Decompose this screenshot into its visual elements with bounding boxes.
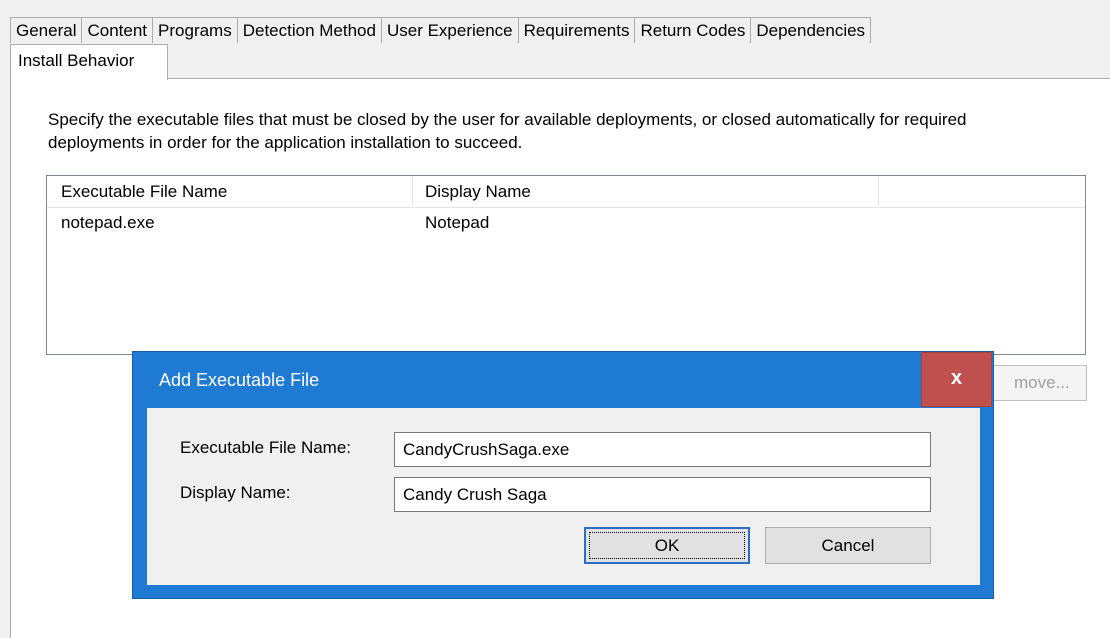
- tab-general[interactable]: General: [10, 17, 83, 43]
- display-name-input[interactable]: Candy Crush Saga: [394, 477, 931, 512]
- tab-programs[interactable]: Programs: [152, 17, 238, 43]
- column-header-display-name[interactable]: Display Name: [413, 176, 879, 206]
- ok-button[interactable]: OK: [584, 527, 750, 564]
- tab-detection-method[interactable]: Detection Method: [236, 17, 382, 43]
- dialog-title: Add Executable File: [159, 370, 320, 390]
- description-text: Specify the executable files that must b…: [48, 110, 967, 152]
- focus-rectangle: [589, 532, 745, 559]
- close-icon: x: [950, 367, 963, 389]
- add-executable-dialog: Add Executable File x Executable File Na…: [132, 351, 994, 599]
- executable-file-name-label: Executable File Name:: [180, 438, 352, 457]
- tab-strip: General Content Programs Detection Metho…: [10, 17, 872, 43]
- tab-content[interactable]: Content: [81, 17, 154, 43]
- tab-user-experience[interactable]: User Experience: [380, 17, 519, 43]
- list-header: Executable File Name Display Name: [47, 176, 1085, 208]
- list-item-exe: notepad.exe: [61, 213, 155, 232]
- column-header-executable-file-name[interactable]: Executable File Name: [47, 176, 413, 206]
- list-item-display-name: Notepad: [425, 213, 490, 232]
- tab-dependencies[interactable]: Dependencies: [750, 17, 872, 43]
- display-name-label: Display Name:: [180, 483, 291, 502]
- tab-return-codes[interactable]: Return Codes: [634, 17, 752, 43]
- cancel-button[interactable]: Cancel: [765, 527, 931, 564]
- tab-requirements[interactable]: Requirements: [517, 17, 636, 43]
- list-item[interactable]: notepad.exe Notepad: [47, 210, 1085, 236]
- executable-file-name-input[interactable]: CandyCrushSaga.exe: [394, 432, 931, 467]
- close-button[interactable]: x: [921, 352, 992, 407]
- executable-list[interactable]: Executable File Name Display Name notepa…: [46, 175, 1086, 355]
- tab-install-behavior[interactable]: Install Behavior: [10, 44, 168, 80]
- dialog-body: Executable File Name: CandyCrushSaga.exe…: [147, 408, 980, 585]
